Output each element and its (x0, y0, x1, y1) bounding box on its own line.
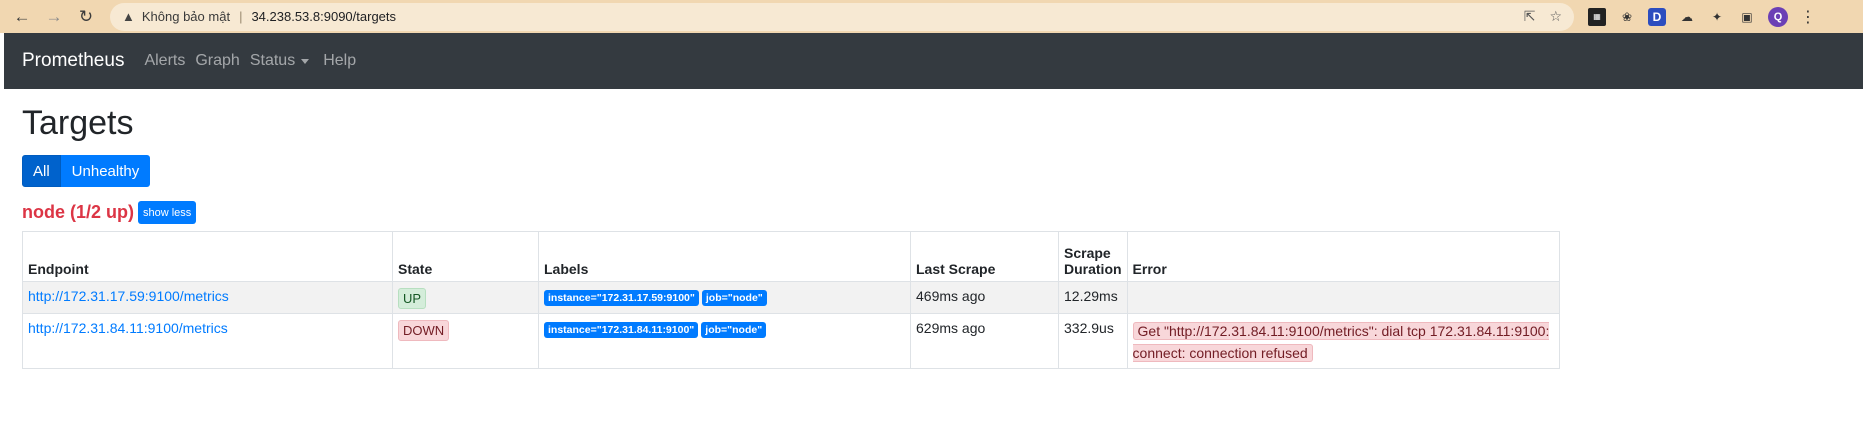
last-scrape-cell: 629ms ago (910, 313, 1059, 369)
nav-help[interactable]: Help (323, 52, 356, 70)
status-badge: DOWN (398, 320, 450, 341)
error-badge: Get "http://172.31.84.11:9100/metrics": … (1132, 322, 1550, 362)
table-row: http://172.31.84.11:9100/metrics DOWN in… (22, 313, 1561, 369)
puzzle-icon[interactable]: ✦ (1708, 8, 1726, 26)
address-bar[interactable]: ▲ Không bảo mật | 34.238.53.8:9090/targe… (110, 2, 1574, 31)
reload-icon[interactable]: ↻ (72, 3, 100, 31)
back-icon[interactable]: ← (8, 3, 36, 31)
nav-status[interactable]: Status (250, 52, 313, 70)
bookmark-star-icon[interactable]: ☆ (1549, 8, 1562, 25)
security-text: Không bảo mật (141, 9, 231, 24)
status-badge: UP (398, 288, 427, 309)
share-icon[interactable]: ⇱ (1524, 8, 1536, 25)
endpoint-link[interactable]: http://172.31.84.11:9100/metrics (28, 320, 228, 336)
filter-button-group: All Unhealthy (22, 155, 1863, 187)
forward-icon[interactable]: → (40, 3, 68, 31)
job-title-link[interactable]: node (1/2 up) (22, 202, 134, 223)
main-content: Targets All Unhealthy node (1/2 up) show… (4, 103, 1863, 369)
brand-logo-text[interactable]: Prometheus (22, 50, 124, 72)
table-row: http://172.31.17.59:9100/metrics UP inst… (22, 281, 1561, 314)
scrape-duration-cell: 332.9us (1058, 313, 1128, 369)
warning-icon[interactable]: ▲ (122, 9, 135, 24)
divider: | (239, 9, 243, 24)
extension-d-icon[interactable]: D (1648, 7, 1666, 26)
label-badge: job="node" (701, 322, 767, 338)
menu-kebab-icon[interactable]: ⋮ (1800, 7, 1816, 27)
nav-status-label: Status (249, 52, 296, 69)
error-cell (1126, 281, 1561, 314)
top-navbar: Prometheus Alerts Graph Status Help (4, 33, 1863, 89)
browser-toolbar: ← → ↻ ▲ Không bảo mật | 34.238.53.8:9090… (0, 0, 1863, 33)
nav-alerts[interactable]: Alerts (144, 52, 185, 70)
filter-unhealthy-button[interactable]: Unhealthy (60, 155, 151, 187)
extension-icon-1[interactable]: ▦ (1588, 7, 1606, 26)
filter-all-button[interactable]: All (22, 155, 61, 187)
avatar[interactable]: Q (1768, 6, 1788, 27)
label-badge: job="node" (701, 290, 767, 306)
job-header: node (1/2 up) show less (22, 201, 1863, 224)
header-error: Error (1126, 231, 1561, 282)
header-state: State (392, 231, 539, 282)
label-badge: instance="172.31.17.59:9100" (544, 290, 699, 306)
endpoint-link[interactable]: http://172.31.17.59:9100/metrics (28, 288, 229, 304)
label-badge: instance="172.31.84.11:9100" (544, 322, 699, 338)
nav-graph[interactable]: Graph (195, 52, 239, 70)
header-labels: Labels (538, 231, 911, 282)
scrape-duration-cell: 12.29ms (1058, 281, 1128, 314)
sidebar-icon[interactable]: ▣ (1738, 8, 1756, 26)
extension-icon-2[interactable]: ❀ (1618, 8, 1636, 26)
url-text[interactable]: 34.238.53.8:9090/targets (251, 9, 396, 24)
last-scrape-cell: 469ms ago (910, 281, 1059, 314)
extension-icon-3[interactable]: ☁ (1678, 8, 1696, 26)
chevron-down-icon (301, 58, 310, 64)
targets-table: Endpoint State Labels Last Scrape Scrape… (22, 231, 1561, 369)
show-less-button[interactable]: show less (138, 201, 197, 224)
header-scrape-duration: Scrape Duration (1058, 231, 1128, 282)
header-endpoint: Endpoint (22, 231, 393, 282)
header-last-scrape: Last Scrape (910, 231, 1059, 282)
page-title: Targets (22, 104, 134, 142)
